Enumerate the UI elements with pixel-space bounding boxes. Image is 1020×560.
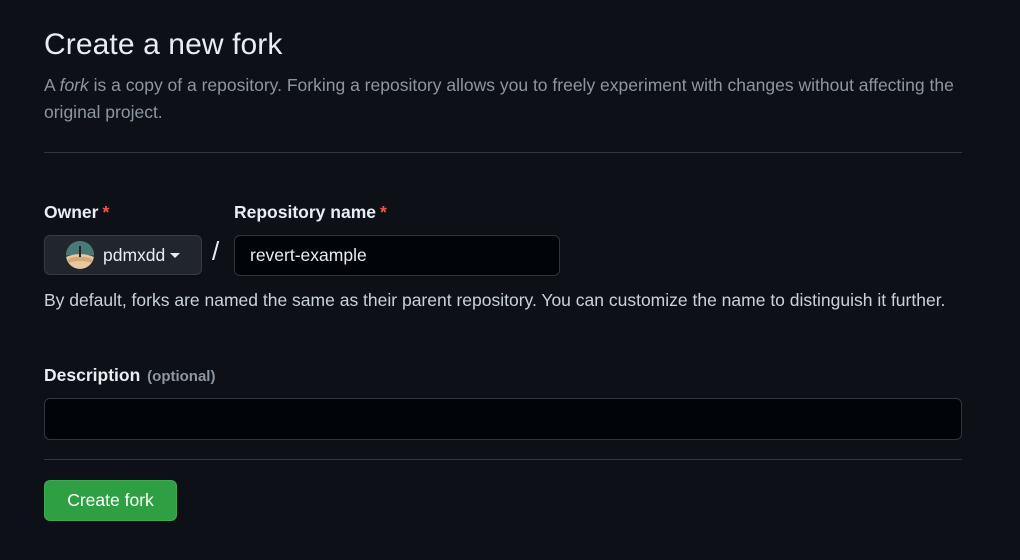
owner-required-mark: * bbox=[102, 202, 110, 222]
intro-emphasis: fork bbox=[59, 75, 89, 95]
create-fork-button[interactable]: Create fork bbox=[44, 480, 177, 521]
owner-repo-separator: / bbox=[212, 236, 220, 266]
owner-label: Owner * bbox=[44, 200, 109, 224]
avatar-icon bbox=[66, 241, 94, 269]
description-label-text: Description bbox=[44, 365, 141, 385]
repository-name-input[interactable] bbox=[234, 235, 560, 276]
owner-select-button[interactable]: pdmxdd bbox=[44, 235, 202, 275]
intro-suffix: is a copy of a repository. Forking a rep… bbox=[44, 75, 954, 122]
description-label: Description (optional) bbox=[44, 363, 215, 389]
intro-prefix: A bbox=[44, 75, 60, 95]
repository-name-label: Repository name * bbox=[234, 200, 387, 224]
page-intro: A fork is a copy of a repository. Forkin… bbox=[44, 72, 974, 126]
create-fork-page: Create a new fork A fork is a copy of a … bbox=[0, 0, 1020, 560]
header-divider bbox=[44, 152, 962, 153]
repository-required-mark: * bbox=[379, 202, 387, 222]
owner-name: pdmxdd bbox=[103, 244, 166, 265]
chevron-down-icon bbox=[170, 252, 181, 258]
owner-label-text: Owner bbox=[44, 202, 99, 222]
footer-divider bbox=[44, 459, 962, 460]
repository-name-hint: By default, forks are named the same as … bbox=[44, 290, 946, 310]
page-title: Create a new fork bbox=[44, 28, 283, 61]
repository-name-label-text: Repository name bbox=[234, 202, 376, 222]
description-input[interactable] bbox=[44, 398, 962, 440]
description-optional-note: (optional) bbox=[147, 368, 216, 385]
